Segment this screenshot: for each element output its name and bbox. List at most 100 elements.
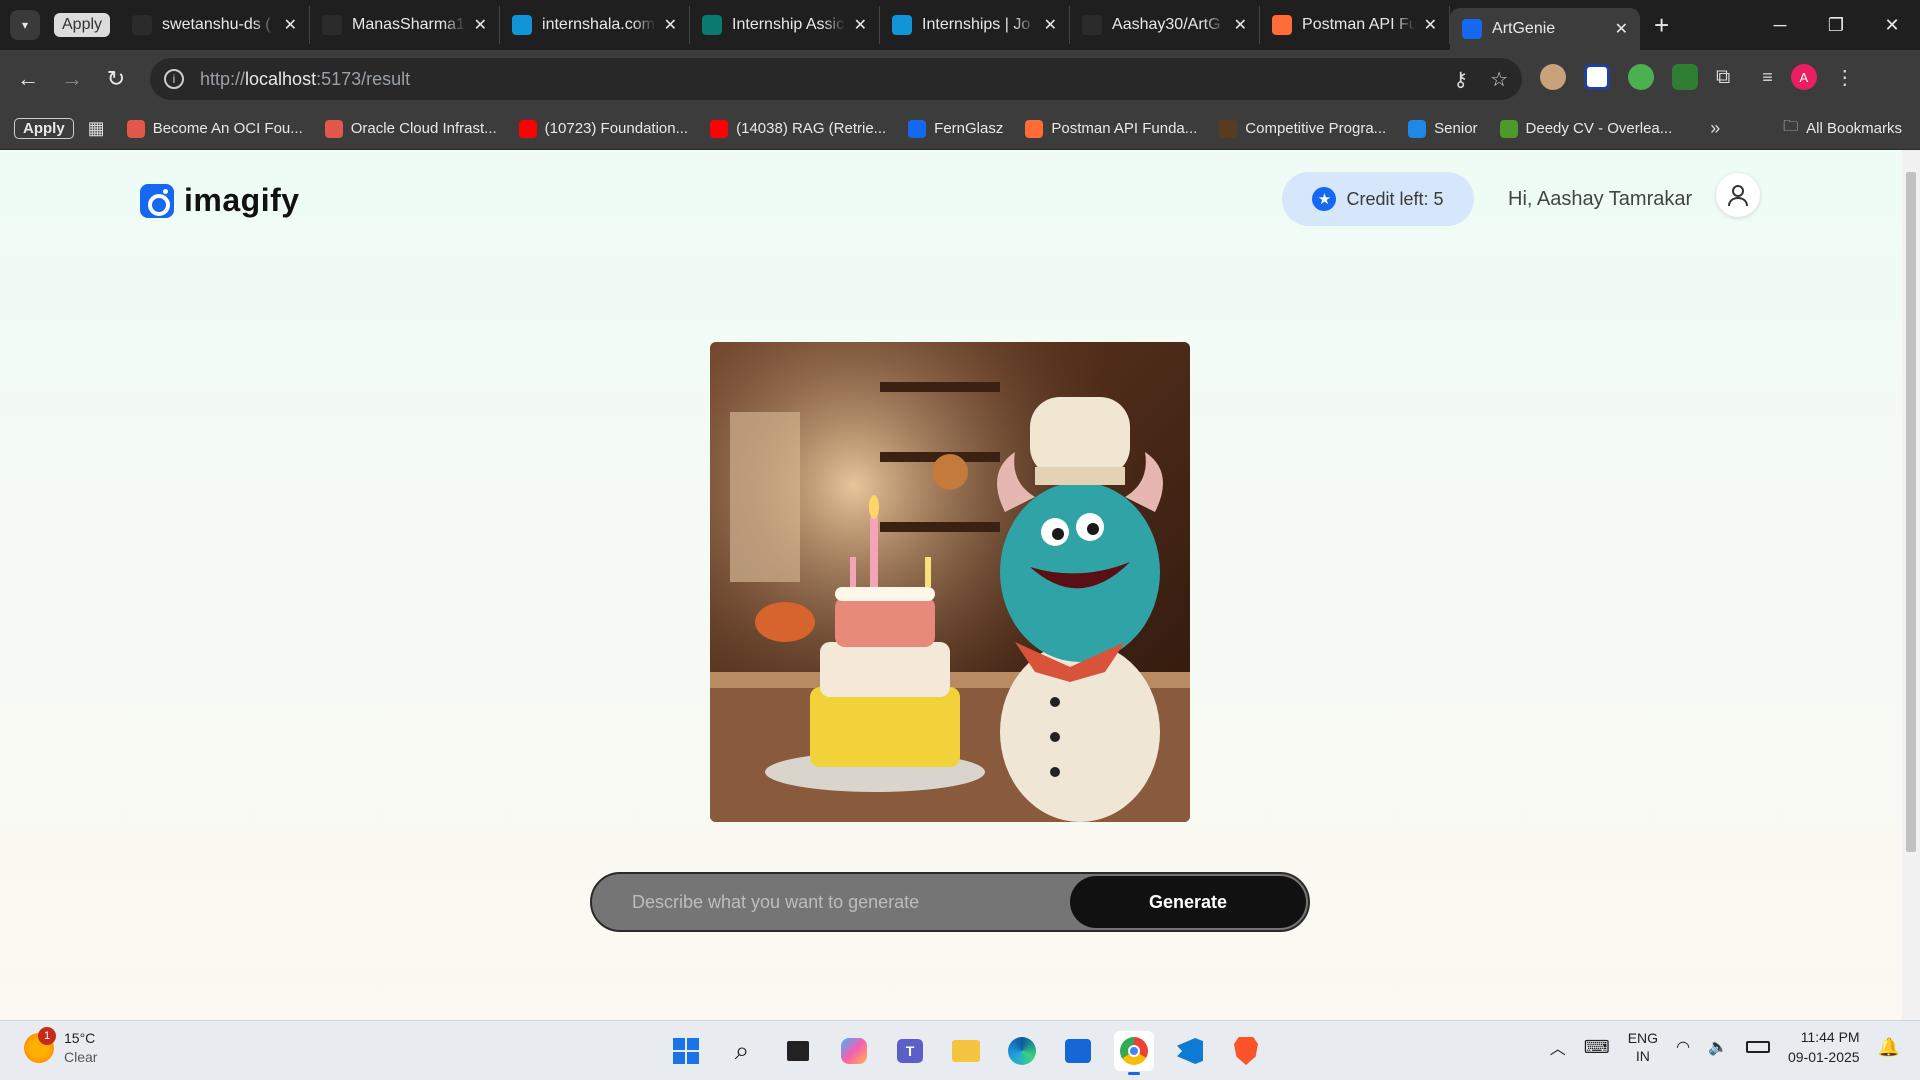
keyboard-icon[interactable]: ⌨ (1584, 1037, 1610, 1058)
password-key-icon[interactable]: ⚷ (1453, 67, 1468, 92)
extension-plus-icon[interactable] (1628, 64, 1654, 90)
new-tab-button[interactable]: + (1654, 10, 1669, 41)
app-logo[interactable]: imagify (140, 182, 300, 219)
browser-tab[interactable]: Internship Assic ✕ (690, 6, 881, 44)
clock-date: 09-01-2025 (1787, 1049, 1860, 1065)
apps-grid-icon[interactable]: ▦ (88, 118, 105, 139)
wifi-icon[interactable]: ◠ (1676, 1037, 1690, 1057)
brave-button[interactable] (1226, 1031, 1266, 1071)
page-scrollbar[interactable] (1902, 150, 1920, 1020)
copilot-button[interactable] (834, 1031, 874, 1071)
tab-title: Internships | Jo (922, 16, 1031, 33)
bookmark-item[interactable]: FernGlasz (908, 119, 1003, 138)
tab-group-apply[interactable]: Apply (54, 13, 111, 37)
vscode-button[interactable] (1170, 1031, 1210, 1071)
copilot-icon (841, 1038, 867, 1064)
taskbar-search-button[interactable]: ⌕ (722, 1031, 762, 1071)
browser-tab[interactable]: Aashay30/ArtG ✕ (1070, 6, 1261, 44)
bookmark-item[interactable]: Senior (1408, 119, 1478, 138)
store-button[interactable] (1058, 1031, 1098, 1071)
menu-kebab-icon[interactable]: ⋮ (1835, 65, 1855, 90)
fernglasz-icon (908, 119, 927, 138)
chrome-button[interactable] (1114, 1031, 1154, 1075)
browser-tab[interactable]: internshala.com ✕ (500, 6, 691, 44)
edge-icon (1008, 1037, 1036, 1065)
battery-icon[interactable] (1745, 1041, 1770, 1053)
prompt-bar: Generate (590, 872, 1310, 932)
bookmark-label: Oracle Cloud Infrast... (350, 120, 497, 137)
close-tab-icon[interactable]: ✕ (1424, 15, 1437, 35)
edge-button[interactable] (1002, 1031, 1042, 1071)
more-bookmarks-icon[interactable]: » (1710, 118, 1720, 139)
close-tab-icon[interactable]: ✕ (854, 15, 867, 35)
bookmark-label: Senior (1434, 120, 1478, 137)
system-tray: ︿ ⌨ ENG IN ◠ 🔈 11:44 PM 09-01-2025 🔔 (1550, 1027, 1900, 1067)
profile-avatar[interactable]: A (1790, 64, 1817, 90)
bookmark-item[interactable]: Become An OCI Fou... (126, 119, 303, 138)
file-explorer-button[interactable] (946, 1031, 986, 1071)
scrollbar-thumb[interactable] (1906, 172, 1916, 852)
vscode-icon (1177, 1038, 1203, 1064)
internshala-icon (512, 15, 533, 35)
back-button[interactable]: ← (6, 66, 50, 92)
bookmark-label: Competitive Progra... (1245, 120, 1387, 137)
reload-button[interactable]: ↻ (94, 66, 138, 92)
credits-button[interactable]: ★ Credit left: 5 (1282, 172, 1474, 226)
browser-tab[interactable]: Postman API Fu ✕ (1260, 6, 1451, 44)
github-icon (1082, 15, 1103, 35)
generate-button[interactable]: Generate (1070, 876, 1306, 928)
volume-icon[interactable]: 🔈 (1708, 1037, 1728, 1057)
start-button[interactable] (666, 1031, 706, 1071)
task-view-button[interactable] (778, 1031, 818, 1071)
weather-widget[interactable]: 1 15°C Clear (24, 1027, 97, 1067)
close-tab-icon[interactable]: ✕ (1615, 19, 1628, 39)
clock[interactable]: 11:44 PM 09-01-2025 (1788, 1027, 1860, 1067)
restore-button[interactable]: ❐ (1808, 15, 1864, 36)
user-avatar[interactable] (1716, 173, 1760, 217)
bookmark-apply[interactable]: Apply (14, 118, 74, 139)
browser-tab[interactable]: Internships | Jo ✕ (880, 6, 1071, 44)
minimize-button[interactable]: ─ (1752, 15, 1808, 36)
youtube-icon (710, 119, 729, 138)
close-tab-icon[interactable]: ✕ (1044, 15, 1057, 35)
extension-square-icon[interactable] (1584, 64, 1610, 90)
forward-button[interactable]: → (50, 66, 94, 92)
chevron-down-icon: ▾ (21, 18, 29, 32)
extensions-puzzle-icon[interactable]: ⧉ (1716, 66, 1730, 89)
close-tab-icon[interactable]: ✕ (664, 15, 677, 35)
bookmark-item[interactable]: Competitive Progra... (1219, 119, 1387, 138)
extension-green-icon[interactable] (1672, 64, 1698, 90)
close-tab-icon[interactable]: ✕ (284, 15, 297, 35)
language-indicator[interactable]: ENG IN (1628, 1029, 1658, 1065)
site-info-icon[interactable]: i (164, 69, 184, 89)
browser-tab[interactable]: ManasSharma1 ✕ (310, 6, 501, 44)
prompt-input[interactable] (632, 874, 1032, 930)
chrome-icon (1120, 1037, 1148, 1065)
tab-title: Aashay30/ArtG (1112, 16, 1221, 33)
close-tab-icon[interactable]: ✕ (474, 15, 487, 35)
close-tab-icon[interactable]: ✕ (1234, 15, 1247, 35)
notification-bell-icon[interactable]: 🔔 (1878, 1037, 1900, 1058)
taskbar-apps: ⌕ T (666, 1031, 1266, 1075)
browser-tab[interactable]: ArtGenie ✕ (1450, 8, 1641, 50)
media-controls-icon[interactable]: ≡ (1762, 67, 1773, 88)
bookmark-item[interactable]: Deedy CV - Overlea... (1499, 119, 1672, 138)
tab-search-button[interactable]: ▾ (10, 10, 40, 40)
language-region: IN (1635, 1048, 1650, 1064)
address-bar[interactable]: i http://localhost:5173/result ⚷ ☆ (150, 58, 1522, 100)
teams-button[interactable]: T (890, 1031, 930, 1071)
tab-title: swetanshu-ds ( (162, 16, 271, 33)
bookmark-label: Postman API Funda... (1051, 120, 1198, 137)
bookmark-star-icon[interactable]: ☆ (1490, 67, 1508, 92)
close-window-button[interactable]: ✕ (1864, 15, 1920, 36)
bookmark-item[interactable]: Postman API Funda... (1025, 119, 1198, 138)
store-icon (1065, 1039, 1091, 1063)
weather-temp: 15°C (64, 1030, 96, 1046)
extension-owl-icon[interactable] (1540, 64, 1566, 90)
all-bookmarks[interactable]: 🗀 All Bookmarks (1783, 116, 1902, 141)
bookmark-item[interactable]: Oracle Cloud Infrast... (324, 119, 497, 138)
browser-tab[interactable]: swetanshu-ds ( ✕ (120, 6, 311, 44)
chevron-up-icon[interactable]: ︿ (1550, 1035, 1566, 1059)
bookmark-item[interactable]: (14038) RAG (Retrie... (710, 119, 886, 138)
bookmark-item[interactable]: (10723) Foundation... (518, 119, 688, 138)
